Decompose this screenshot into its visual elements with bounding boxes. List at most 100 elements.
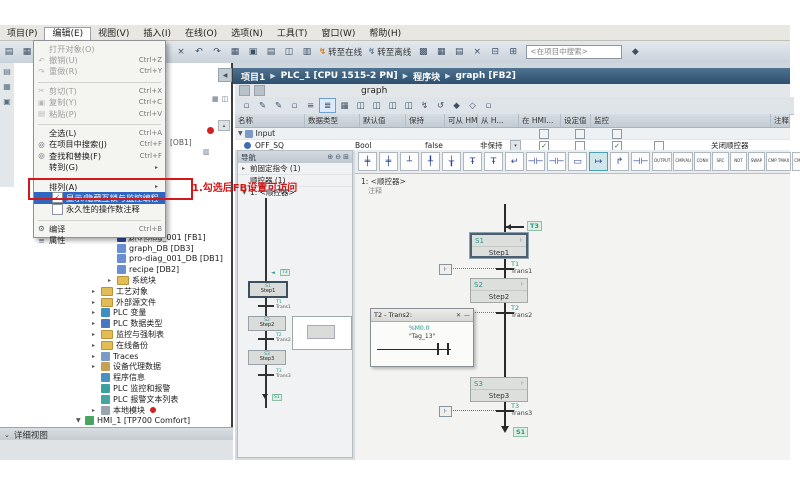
tree-expander[interactable]: ▸ [92, 342, 101, 349]
tree-scroll-up[interactable]: ▴ [218, 120, 230, 131]
tree-expander[interactable]: ▸ [92, 320, 101, 327]
toolbar-icon[interactable]: ▦ [433, 45, 449, 60]
tree-item[interactable]: ▸ 工艺对象 [0, 286, 229, 297]
graph-element-button[interactable]: ↵ [505, 152, 524, 171]
tree-item[interactable]: ▼ HMI_1 [TP700 Comfort] [0, 416, 229, 427]
interface-column-header[interactable]: 从 H... [478, 114, 519, 127]
menubar-item[interactable]: 插入(I) [136, 28, 178, 40]
jump-target-badge[interactable]: S1 [513, 427, 528, 437]
tree-expander[interactable]: ▸ [92, 407, 101, 414]
zoom-in-icon[interactable]: ⊕ [327, 153, 333, 161]
graph-element-button[interactable]: ┴ [400, 152, 419, 171]
editor-toolbar-icon[interactable]: ▫ [239, 99, 254, 112]
menubar-item[interactable]: 编辑(E) [44, 27, 91, 41]
graph-element-button[interactable]: ↦ [589, 152, 608, 171]
toolbar-icon[interactable]: ▤ [451, 45, 467, 60]
hmi-visible-checkbox[interactable]: ✓ [612, 141, 622, 151]
interface-column-header[interactable]: 数据类型 [305, 114, 360, 127]
edit-menu-item[interactable]: ≡ 属性 Alt+Enter ▸ [34, 234, 165, 245]
tree-expander[interactable]: ▸ [92, 363, 101, 370]
step-s3[interactable]: S3⊦ Step3 [470, 377, 528, 402]
menubar-item[interactable]: 视图(V) [91, 28, 136, 40]
menubar-item[interactable]: 窗口(W) [314, 28, 362, 40]
editor-toolbar-icon[interactable]: ◇ [465, 99, 480, 112]
interface-column-header[interactable]: 注释 [771, 114, 790, 127]
contact-operand[interactable]: %M0.0 [409, 325, 429, 332]
sequence-canvas[interactable]: 1: <顺控器> 注释 T3 S1⊦ Step1 T1Trans1 ⊦ S2⊦ … [355, 174, 790, 460]
variable-name[interactable]: OFF_SQ [255, 141, 284, 150]
graph-action-button[interactable]: CONV [694, 152, 711, 171]
breadcrumb-block[interactable]: graph [FB2] [455, 71, 515, 81]
graph-action-button[interactable]: CMP TMAX [766, 152, 791, 171]
contact-tag-name[interactable]: "Tag_13" [409, 333, 435, 340]
close-icon[interactable]: ✕ [456, 312, 461, 319]
editor-toolbar-icon[interactable]: ◫ [369, 99, 384, 112]
toolbar-icon[interactable]: × [469, 45, 485, 60]
contact-symbol[interactable] [437, 343, 449, 355]
graph-element-button[interactable]: ↱ [610, 152, 629, 171]
menubar-item[interactable]: 在线(O) [178, 28, 224, 40]
editor-toolbar-icon[interactable]: ◫ [353, 99, 368, 112]
menubar-item[interactable]: 项目(P) [0, 28, 44, 40]
edit-menu-item[interactable]: ▸ [38, 78, 161, 83]
tree-expander[interactable]: ▸ [92, 331, 101, 338]
toolbar-icon[interactable]: × [173, 45, 189, 60]
tree-item[interactable]: PLC 报警文本列表 [0, 394, 229, 405]
project-search-input[interactable]: <在项目中搜索> [526, 45, 622, 59]
tree-item[interactable]: ▸ 本地模块 [0, 405, 229, 416]
graph-action-button[interactable]: OUTPUT [652, 152, 672, 171]
tree-item[interactable]: ▸ 系统块 [0, 275, 229, 286]
tree-expander[interactable]: ▸ [108, 277, 117, 284]
edit-menu-item[interactable]: 全选(L) Ctrl+A ▸ [34, 127, 165, 138]
jump-source-badge[interactable]: T3 [527, 221, 542, 231]
step-action-icon[interactable]: ⊦ [521, 281, 524, 288]
step-s2[interactable]: S2⊦ Step2 [470, 278, 528, 303]
graph-element-button[interactable]: ▭ [568, 152, 587, 171]
zoom-out-icon[interactable]: ⊖ [335, 153, 341, 161]
hmi-writable-checkbox[interactable] [575, 141, 585, 151]
edit-menu-item[interactable]: ↶ 撤销(U) Ctrl+Z ▸ [34, 54, 165, 65]
editor-toolbar-icon[interactable]: ▦ [337, 99, 352, 112]
tree-toolbar-icon[interactable]: ◫ [222, 95, 229, 103]
interface-column-header[interactable]: 监控 [591, 114, 771, 127]
collapse-panel-button[interactable]: ◀ [218, 68, 232, 82]
toolbar-icon[interactable]: ▣ [245, 45, 261, 60]
editor-toolbar-icon[interactable]: ↺ [433, 99, 448, 112]
go-offline-button[interactable]: ↯ 转至离线 [368, 46, 411, 58]
tree-strip-icon[interactable]: ▤ [3, 67, 11, 76]
toolbar-icon[interactable]: ▤ [263, 45, 279, 60]
editor-toolbar-icon[interactable]: ◫ [401, 99, 416, 112]
tree-item[interactable]: 程序信息 [0, 372, 229, 383]
graph-element-button[interactable]: ⊣⊢ [547, 152, 566, 171]
toolbar-icon[interactable]: ↷ [209, 45, 225, 60]
tree-toolbar-icon[interactable]: ▦ [212, 95, 219, 103]
thumb-step[interactable]: S1Step1 [248, 281, 288, 298]
transition-popup[interactable]: T2 - Trans2: ✕ — %M0.0 "Tag_13" [370, 308, 474, 367]
edit-menu-item[interactable]: 永久性的操作数注释 ▸ [34, 204, 165, 215]
breadcrumb-blocks[interactable]: 程序块 [413, 70, 440, 83]
toolbar-icon[interactable]: ◆ [627, 45, 643, 60]
editor-toolbar-icon[interactable]: ≣ [319, 98, 336, 113]
graph-element-button[interactable]: Ŧ [463, 152, 482, 171]
tree-expander[interactable]: ▸ [92, 288, 101, 295]
interface-column-header[interactable]: 保持 [406, 114, 445, 127]
toolbar-icon[interactable]: ⊞ [505, 45, 521, 60]
graph-element-button[interactable]: ╪ [358, 152, 377, 171]
graph-element-button[interactable]: ╪ [379, 152, 398, 171]
tree-strip-icon[interactable]: ▦ [3, 82, 11, 91]
graph-element-button[interactable]: Ŧ [484, 152, 503, 171]
toolbar-icon[interactable]: ▤ [1, 45, 17, 60]
breadcrumb-project[interactable]: 项目1 [241, 70, 265, 83]
graph-element-button[interactable]: ⊣⊢ [526, 152, 545, 171]
toolbar-icon[interactable]: ↶ [191, 45, 207, 60]
thumb-step[interactable]: S3Step3 [248, 350, 286, 365]
tree-item[interactable]: ▸ PLC 数据类型 [0, 318, 229, 329]
edit-menu-item[interactable]: 打开对象(O) ▸ [34, 43, 165, 54]
step-s1[interactable]: S1⊦ Step1 [470, 233, 528, 258]
go-online-button[interactable]: ↯ 转至在线 [319, 46, 362, 58]
breadcrumb-plc[interactable]: PLC_1 [CPU 1515-2 PN] [281, 71, 398, 81]
graph-action-button[interactable]: SRC [712, 152, 729, 171]
tree-item[interactable]: ▸ PLC 变量 [0, 308, 229, 319]
popup-title-bar[interactable]: T2 - Trans2: ✕ — [371, 309, 473, 322]
edit-menu-item[interactable]: ▸ [38, 216, 161, 221]
